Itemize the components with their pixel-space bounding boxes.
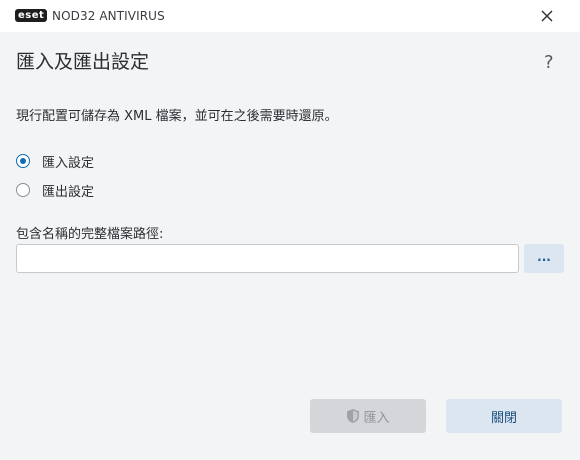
export-settings-option[interactable]: 匯出設定 xyxy=(16,180,94,200)
file-path-label: 包含名稱的完整檔案路徑: xyxy=(16,227,164,242)
dialog-title: 匯入及匯出設定 xyxy=(16,51,150,73)
export-settings-label: 匯出設定 xyxy=(42,184,95,200)
radio-import[interactable] xyxy=(16,154,30,168)
file-path-input[interactable] xyxy=(16,244,519,273)
import-button-label: 匯入 xyxy=(363,410,390,426)
shield-icon xyxy=(346,408,360,424)
title-bar: eset NOD32 ANTIVIRUS xyxy=(0,0,580,32)
description-text: 現行配置可儲存為 XML 檔案，並可在之後需要時還原。 xyxy=(16,109,338,124)
close-icon xyxy=(541,10,553,22)
app-title: NOD32 ANTIVIRUS xyxy=(52,9,165,23)
import-settings-label: 匯入設定 xyxy=(42,155,95,171)
import-settings-option[interactable]: 匯入設定 xyxy=(16,151,94,171)
eset-logo: eset xyxy=(15,9,48,22)
browse-button[interactable]: ... xyxy=(524,244,564,273)
close-window-button[interactable] xyxy=(537,6,557,26)
import-button[interactable]: 匯入 xyxy=(310,399,426,433)
close-button[interactable]: 關閉 xyxy=(446,399,562,433)
help-button[interactable]: ? xyxy=(544,52,554,74)
radio-export[interactable] xyxy=(16,183,30,197)
